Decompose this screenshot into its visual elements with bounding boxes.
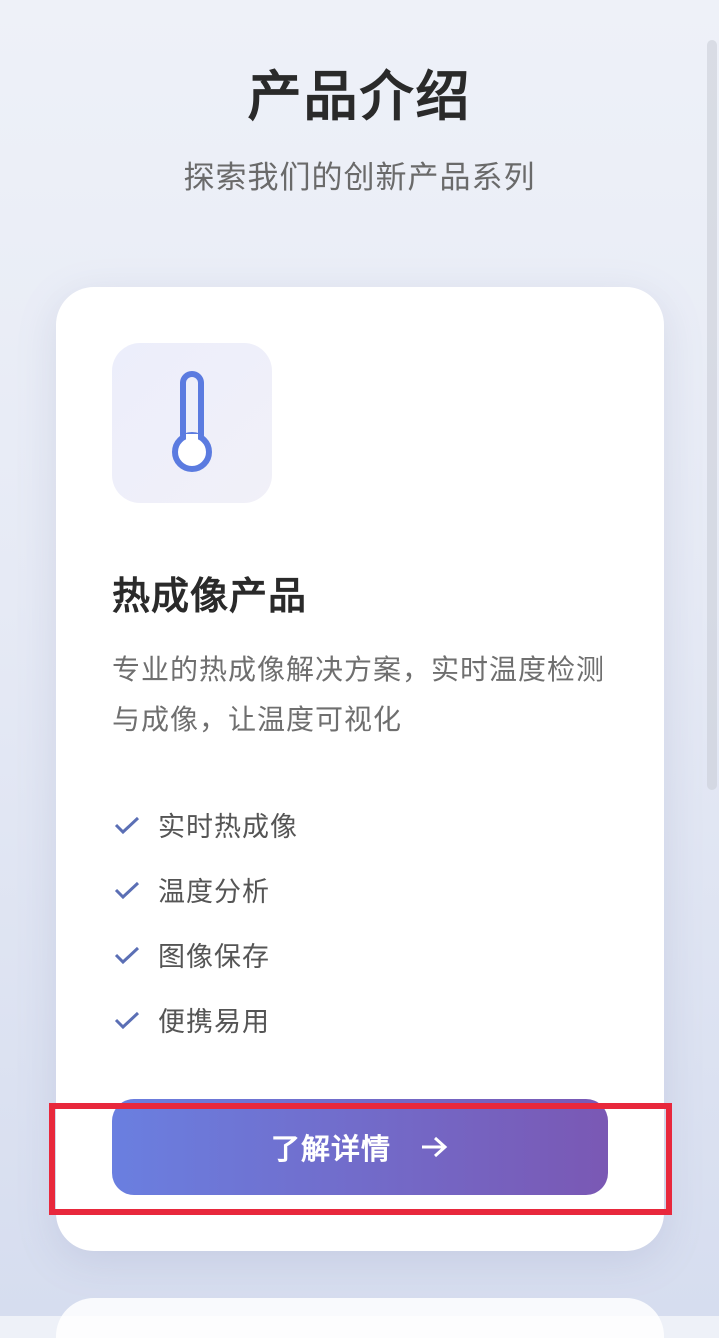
- learn-more-button[interactable]: 了解详情: [112, 1099, 608, 1195]
- page-title: 产品介绍: [247, 65, 472, 128]
- product-card: 热成像产品 专业的热成像解决方案，实时温度检测与成像，让温度可视化 实时热成像 …: [56, 287, 664, 1251]
- feature-item: 温度分析: [112, 857, 298, 922]
- product-icon-box: [112, 343, 272, 503]
- check-icon: [112, 810, 142, 840]
- feature-label: 实时热成像: [158, 812, 298, 843]
- feature-label: 便携易用: [158, 1007, 270, 1038]
- feature-label: 图像保存: [158, 942, 270, 973]
- feature-item: 图像保存: [112, 922, 298, 987]
- scrollbar[interactable]: [707, 40, 717, 790]
- feature-list: 实时热成像 温度分析 图像保存 便携易用: [112, 792, 298, 1052]
- thermometer-icon: [172, 371, 212, 472]
- check-icon: [112, 1005, 142, 1035]
- page-subtitle: 探索我们的创新产品系列: [183, 160, 536, 196]
- next-product-card: [56, 1298, 664, 1338]
- product-title: 热成像产品: [112, 574, 308, 618]
- arrow-right-icon: [419, 1132, 449, 1162]
- feature-item: 实时热成像: [112, 792, 298, 857]
- learn-more-label: 了解详情: [270, 1134, 391, 1166]
- feature-label: 温度分析: [158, 877, 270, 908]
- check-icon: [112, 875, 142, 905]
- feature-item: 便携易用: [112, 987, 298, 1052]
- check-icon: [112, 940, 142, 970]
- product-description: 专业的热成像解决方案，实时温度检测与成像，让温度可视化: [112, 653, 606, 736]
